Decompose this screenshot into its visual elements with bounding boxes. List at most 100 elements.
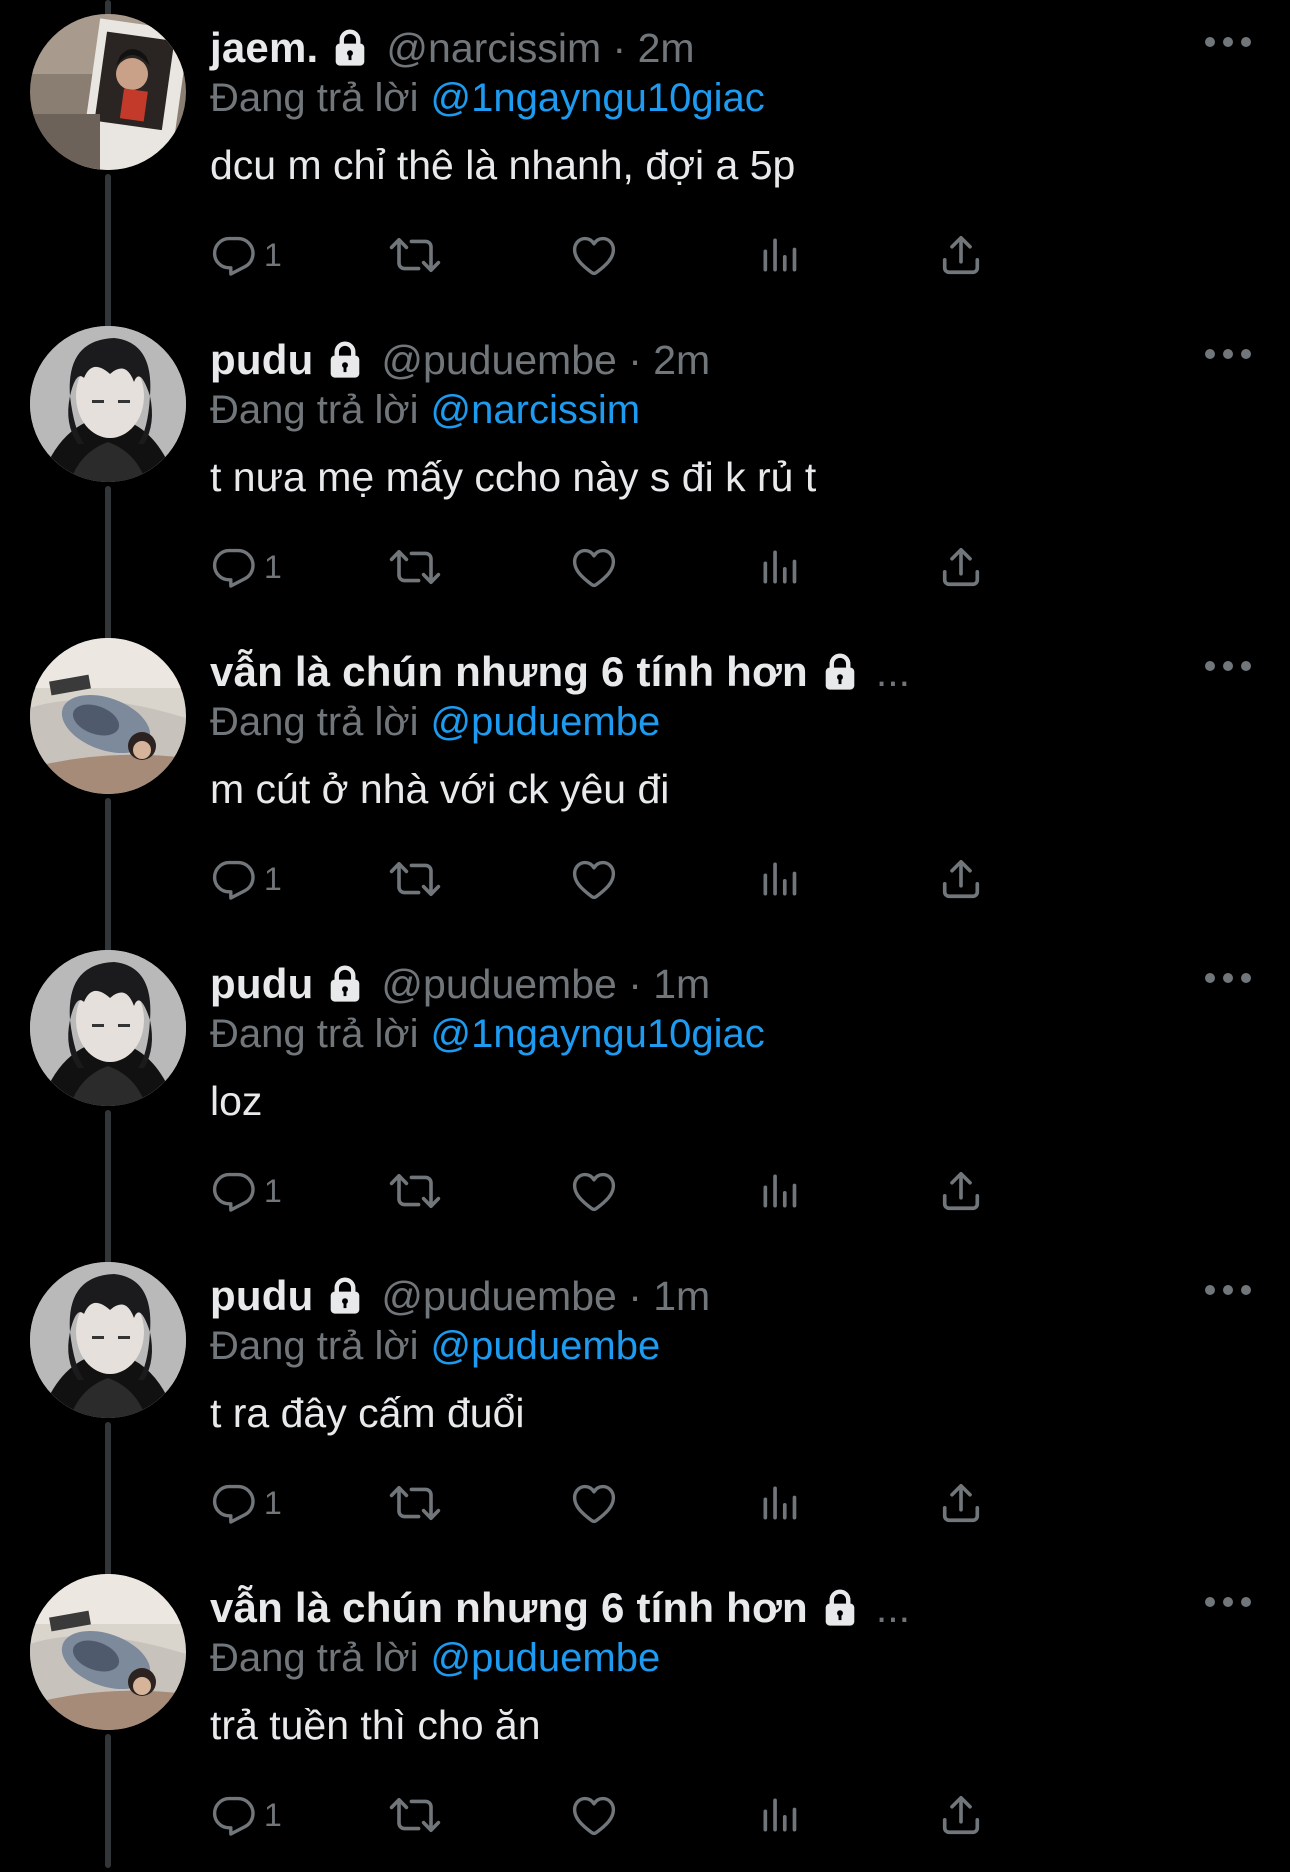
more-icon[interactable]	[1200, 1582, 1256, 1622]
tweet-text: loz	[210, 1078, 263, 1124]
avatar[interactable]	[30, 950, 186, 1106]
lock-icon	[818, 650, 862, 694]
like-button[interactable]	[570, 849, 618, 909]
avatar[interactable]	[30, 1574, 186, 1730]
replying-to: Đang trả lời @puduembe	[210, 1632, 660, 1684]
more-icon[interactable]	[1200, 646, 1256, 686]
tweet-header: vẫn là chún nhưng 6 tính hơn ...	[210, 1582, 910, 1634]
display-name[interactable]: vẫn là chún nhưng 6 tính hơn	[210, 1584, 808, 1632]
replying-to-mention[interactable]: @puduembe	[431, 1636, 661, 1680]
tweet-reply[interactable]: pudu @puduembe · 1m Đang trả lời @puduembe…	[0, 1248, 1290, 1560]
heart-icon	[570, 231, 618, 279]
share-button[interactable]	[938, 1473, 984, 1533]
tweet-reply[interactable]: jaem. @narcissim · 2m Đang trả lời @1ngayn…	[0, 0, 1290, 312]
tweet-actions: 1	[210, 1785, 1170, 1845]
views-icon	[758, 233, 802, 277]
avatar[interactable]	[30, 326, 186, 482]
views-button[interactable]	[758, 1785, 802, 1845]
avatar[interactable]	[30, 14, 186, 170]
replying-to-label: Đang trả lời	[210, 1324, 419, 1368]
share-button[interactable]	[938, 537, 984, 597]
reply-thread: jaem. @narcissim · 2m Đang trả lời @1ngayn…	[0, 0, 1290, 1868]
tweet-reply[interactable]: pudu @puduembe · 1m Đang trả lời @1ngayngu…	[0, 936, 1290, 1248]
like-button[interactable]	[570, 537, 618, 597]
avatar[interactable]	[30, 638, 186, 794]
views-icon	[758, 545, 802, 589]
handle-and-time[interactable]: @narcissim · 2m	[386, 25, 694, 72]
lock-icon	[818, 1586, 862, 1630]
share-icon	[938, 544, 984, 590]
views-button[interactable]	[758, 1161, 802, 1221]
like-button[interactable]	[570, 1785, 618, 1845]
replying-to-label: Đang trả lời	[210, 1012, 419, 1056]
display-name[interactable]: pudu	[210, 336, 313, 384]
views-button[interactable]	[758, 537, 802, 597]
replying-to-label: Đang trả lời	[210, 388, 419, 432]
display-name[interactable]: pudu	[210, 1272, 313, 1320]
reply-button[interactable]: 1	[210, 1473, 282, 1533]
handle-and-time[interactable]: @puduembe · 1m	[381, 961, 710, 1008]
share-button[interactable]	[938, 849, 984, 909]
tweet-text: m cút ở nhà với ck yêu đi	[210, 766, 670, 812]
reply-count: 1	[264, 860, 282, 897]
avatar[interactable]	[30, 1262, 186, 1418]
views-button[interactable]	[758, 1473, 802, 1533]
display-name[interactable]: jaem.	[210, 24, 318, 72]
reply-icon	[210, 1167, 258, 1215]
replying-to-mention[interactable]: @puduembe	[431, 700, 661, 744]
heart-icon	[570, 1791, 618, 1839]
share-button[interactable]	[938, 1161, 984, 1221]
lock-icon	[328, 26, 372, 70]
retweet-button[interactable]	[388, 225, 442, 285]
retweet-icon	[388, 1479, 442, 1527]
reply-button[interactable]: 1	[210, 849, 282, 909]
more-icon[interactable]	[1200, 958, 1256, 998]
display-name[interactable]: vẫn là chún nhưng 6 tính hơn	[210, 648, 808, 696]
lock-icon	[323, 962, 367, 1006]
share-icon	[938, 232, 984, 278]
tweet-actions: 1	[210, 225, 1170, 285]
tweet-reply[interactable]: pudu @puduembe · 2m Đang trả lời @narcissi…	[0, 312, 1290, 624]
views-icon	[758, 1169, 802, 1213]
tweet-text: trả tuền thì cho ăn	[210, 1702, 541, 1748]
tweet-reply[interactable]: vẫn là chún nhưng 6 tính hơn ... Đang trả…	[0, 1560, 1290, 1872]
retweet-icon	[388, 1167, 442, 1215]
replying-to-mention[interactable]: @puduembe	[431, 1324, 661, 1368]
truncation-ellipsis: ...	[875, 648, 911, 695]
retweet-button[interactable]	[388, 1473, 442, 1533]
replying-to-mention[interactable]: @narcissim	[431, 388, 641, 432]
like-button[interactable]	[570, 1473, 618, 1533]
retweet-button[interactable]	[388, 1785, 442, 1845]
reply-icon	[210, 1479, 258, 1527]
reply-button[interactable]: 1	[210, 537, 282, 597]
retweet-icon	[388, 231, 442, 279]
views-button[interactable]	[758, 225, 802, 285]
reply-button[interactable]: 1	[210, 225, 282, 285]
reply-button[interactable]: 1	[210, 1161, 282, 1221]
replying-to-mention[interactable]: @1ngayngu10giac	[431, 76, 765, 120]
display-name[interactable]: pudu	[210, 960, 313, 1008]
handle-and-time[interactable]: @puduembe · 2m	[381, 337, 710, 384]
tweet-reply[interactable]: vẫn là chún nhưng 6 tính hơn ... Đang trả…	[0, 624, 1290, 936]
like-button[interactable]	[570, 225, 618, 285]
replying-to: Đang trả lời @1ngayngu10giac	[210, 1008, 765, 1060]
reply-count: 1	[264, 1796, 282, 1833]
reply-icon	[210, 543, 258, 591]
more-icon[interactable]	[1200, 1270, 1256, 1310]
replying-to-mention[interactable]: @1ngayngu10giac	[431, 1012, 765, 1056]
share-button[interactable]	[938, 225, 984, 285]
reply-count: 1	[264, 1484, 282, 1521]
share-button[interactable]	[938, 1785, 984, 1845]
tweet-header: pudu @puduembe · 2m	[210, 334, 710, 386]
views-icon	[758, 1793, 802, 1837]
reply-icon	[210, 1791, 258, 1839]
retweet-button[interactable]	[388, 849, 442, 909]
retweet-button[interactable]	[388, 537, 442, 597]
like-button[interactable]	[570, 1161, 618, 1221]
more-icon[interactable]	[1200, 334, 1256, 374]
more-icon[interactable]	[1200, 22, 1256, 62]
reply-button[interactable]: 1	[210, 1785, 282, 1845]
handle-and-time[interactable]: @puduembe · 1m	[381, 1273, 710, 1320]
views-button[interactable]	[758, 849, 802, 909]
retweet-button[interactable]	[388, 1161, 442, 1221]
